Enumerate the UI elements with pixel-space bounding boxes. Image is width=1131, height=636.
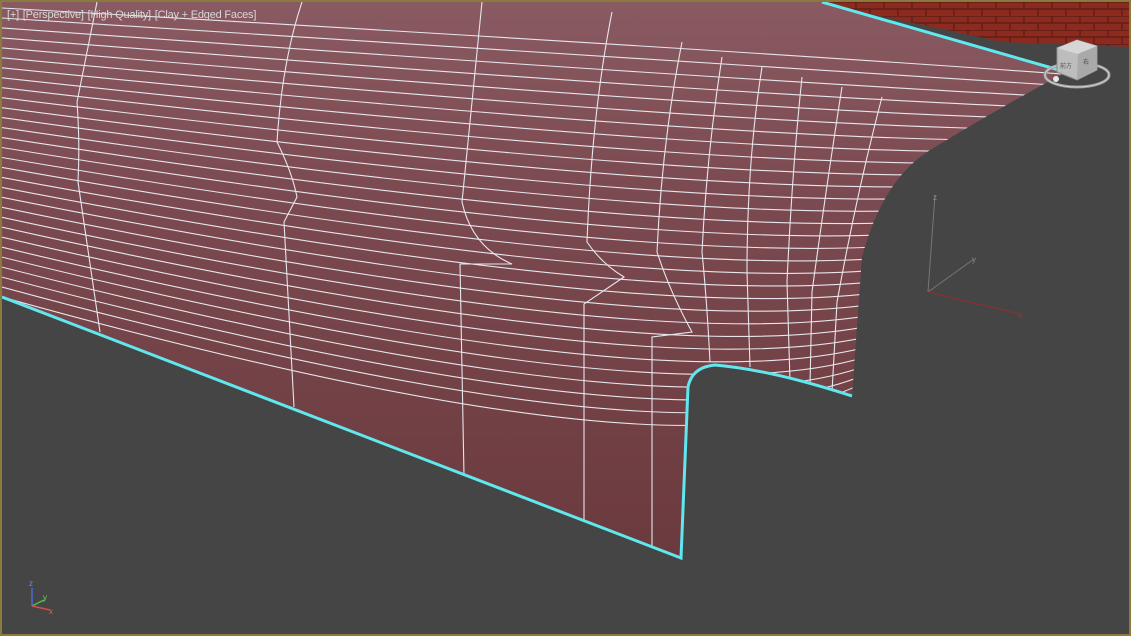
viewport-menu-plus[interactable]: [+] [7, 9, 19, 21]
viewcube-front-face: 前方 [1060, 62, 1072, 70]
corner-y-label: y [43, 593, 47, 602]
gizmo-z-label: z [933, 193, 937, 202]
corner-z-label: z [29, 579, 33, 588]
viewport-label-menu[interactable]: [+] [Perspective] [High Quality] [Clay +… [7, 9, 257, 21]
transform-gizmo[interactable]: z y x [927, 193, 1022, 320]
viewcube-right-face: 右 [1083, 58, 1089, 66]
viewport-menu-shading[interactable]: [Clay + Edged Faces] [155, 9, 257, 21]
viewport-scene[interactable]: z y x 前方 右 z y x [2, 2, 1131, 636]
gizmo-x-label: x [1018, 311, 1022, 320]
perspective-viewport[interactable]: z y x 前方 右 z y x [+] [Perspective] [High… [0, 0, 1131, 636]
viewport-menu-quality[interactable]: [High Quality] [88, 9, 151, 21]
viewcube[interactable]: 前方 右 [1043, 39, 1111, 89]
viewport-menu-view[interactable]: [Perspective] [23, 9, 84, 21]
corner-x-label: x [49, 607, 53, 616]
world-axis-tripod: z y x [29, 579, 53, 616]
clay-mesh[interactable] [2, 2, 1067, 561]
gizmo-y-label: y [972, 255, 976, 264]
